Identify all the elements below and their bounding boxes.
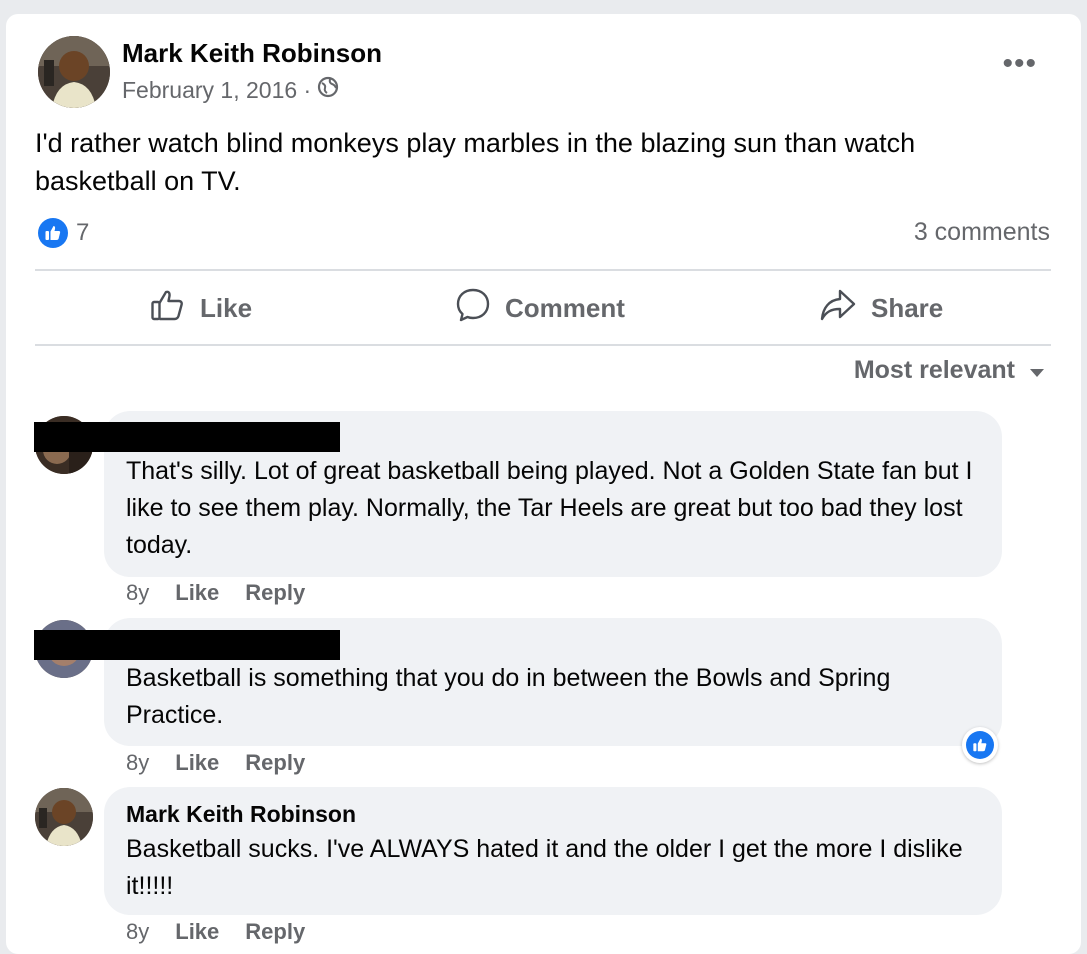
comment-author[interactable]: Mark Keith Robinson: [126, 801, 356, 828]
divider: [35, 344, 1051, 346]
sort-dropdown[interactable]: Most relevant: [854, 356, 1045, 385]
comment-reply-button[interactable]: Reply: [245, 750, 305, 776]
post-actions: Like Comment Share: [35, 272, 1051, 344]
sort-label: Most relevant: [853, 356, 1015, 384]
comment-reply-button[interactable]: Reply: [245, 919, 305, 945]
comment-actions: 8y Like Reply: [126, 580, 305, 606]
commenter-avatar[interactable]: [35, 788, 93, 846]
post-text: I'd rather watch blind monkeys play marb…: [35, 128, 916, 196]
post-date[interactable]: February 1, 2016 ·: [122, 77, 311, 104]
share-button[interactable]: Share: [819, 272, 943, 344]
post-meta: February 1, 2016 ·: [122, 76, 339, 104]
comment-age[interactable]: 8y: [126, 750, 149, 776]
comment-text: Basketball sucks. I've ALWAYS hated it a…: [126, 835, 963, 900]
post-author[interactable]: Mark Keith Robinson: [122, 38, 382, 69]
comment-age[interactable]: 8y: [126, 580, 149, 606]
comment-like-button[interactable]: Like: [175, 919, 219, 945]
post-card: Mark Keith Robinson February 1, 2016 · •…: [6, 14, 1081, 954]
reaction-count: 7: [76, 219, 90, 246]
thumbs-up-outline-icon: [150, 287, 186, 330]
comments-count[interactable]: 3 comments: [914, 218, 1050, 247]
author-avatar[interactable]: [38, 36, 110, 108]
comment-text: Basketball is something that you do in b…: [126, 664, 891, 729]
comment-reaction-badge[interactable]: [962, 727, 998, 763]
globe-icon: [317, 76, 339, 104]
comment-actions: 8y Like Reply: [126, 919, 305, 945]
comment-bubble: Mark Keith Robinson Basketball sucks. I'…: [104, 787, 1002, 915]
comment-reply-button[interactable]: Reply: [245, 580, 305, 606]
comment-age[interactable]: 8y: [126, 919, 149, 945]
more-options-button[interactable]: •••: [1002, 49, 1037, 79]
like-label: Like: [200, 292, 253, 323]
thumbs-up-icon: [38, 218, 68, 248]
comment-like-button[interactable]: Like: [175, 750, 219, 776]
like-button[interactable]: Like: [150, 272, 252, 344]
thumbs-up-icon: [966, 731, 994, 759]
comment-icon: [455, 287, 491, 330]
divider: [35, 269, 1051, 271]
caret-down-icon: [1029, 356, 1045, 385]
redaction-bar: [34, 422, 340, 452]
comment-button[interactable]: Comment: [455, 272, 625, 344]
comment-label: Comment: [505, 292, 625, 323]
comment-text: That's silly. Lot of great basketball be…: [126, 457, 973, 559]
share-label: Share: [871, 292, 944, 323]
comment-like-button[interactable]: Like: [175, 580, 219, 606]
reaction-summary[interactable]: 7: [38, 218, 89, 248]
comment-actions: 8y Like Reply: [126, 750, 305, 776]
share-icon: [819, 287, 857, 330]
redaction-bar: [34, 630, 340, 660]
